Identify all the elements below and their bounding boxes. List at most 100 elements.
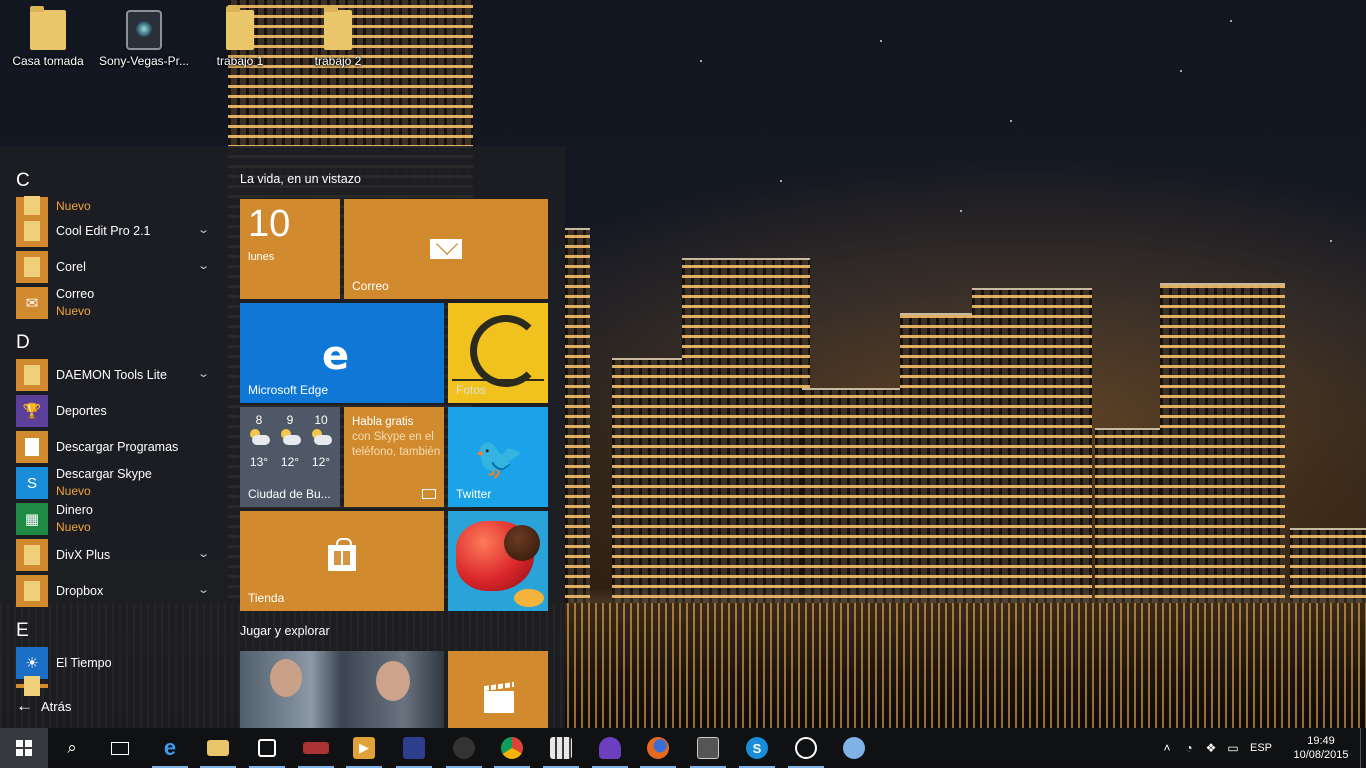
taskbar-game[interactable]	[390, 728, 438, 768]
back-button[interactable]: ← Atrás	[16, 696, 71, 716]
app-item-correo[interactable]: ✉ Correo Nuevo	[16, 287, 216, 319]
folder-docs-icon	[30, 6, 66, 50]
folder-icon	[16, 215, 48, 247]
candy-crush-tile[interactable]	[448, 511, 548, 611]
weather-day-number: 10	[314, 413, 328, 427]
search-button[interactable]: ⌕	[48, 728, 96, 768]
new-badge: Nuevo	[56, 198, 91, 213]
skype-title: Habla gratis	[352, 416, 414, 428]
desktop-icon-trabajo-2[interactable]: trabajo 2	[292, 6, 384, 68]
desktop-icon-sony-vegas[interactable]: Sony-Vegas-Pr...	[98, 10, 190, 68]
taskbar-store[interactable]	[243, 728, 291, 768]
folder-icon	[16, 197, 48, 215]
app-item-corel[interactable]: Corel ⌄	[16, 251, 216, 283]
app-label: DivX Plus	[56, 547, 111, 562]
network-icon[interactable]: ◔	[1178, 728, 1200, 768]
king-logo-icon	[514, 589, 544, 607]
taskbar-apps-grid[interactable]	[537, 728, 585, 768]
desktop-icon-casa-tomada[interactable]: Casa tomada	[2, 6, 94, 68]
taskbar-skype[interactable]: S	[733, 728, 781, 768]
app-item-partial-bottom	[16, 684, 216, 688]
alien-icon	[599, 737, 621, 759]
app-item-el-tiempo[interactable]: ☀ El Tiempo	[16, 647, 216, 679]
tile-label: Twitter	[456, 487, 492, 501]
clock[interactable]: 19:49 10/08/2015	[1282, 734, 1360, 762]
weather-temp: 13°	[249, 455, 269, 469]
store-tile[interactable]: Tienda	[240, 511, 444, 611]
app-item-cool-edit[interactable]: Cool Edit Pro 2.1 ⌄	[16, 215, 216, 247]
skype-icon: S	[746, 737, 768, 759]
app-item-daemon-tools[interactable]: DAEMON Tools Lite ⌄	[16, 359, 216, 391]
folder-icon	[324, 6, 352, 50]
mask-icon	[453, 737, 475, 759]
taskbar-mask[interactable]	[440, 728, 488, 768]
folder-icon	[16, 684, 48, 688]
taskbar-alien[interactable]	[586, 728, 634, 768]
skype-tile[interactable]: Habla gratis con Skype en el teléfono, t…	[344, 407, 444, 507]
chevron-down-icon[interactable]: ⌄	[197, 583, 210, 596]
calendar-tile[interactable]: 10 lunes	[240, 199, 340, 299]
folder-icon	[226, 6, 254, 50]
start-button[interactable]	[0, 728, 48, 768]
app-item-descargar-programas[interactable]: Descargar Programas	[16, 431, 216, 463]
taskbar-paint[interactable]	[830, 728, 878, 768]
windows-logo-icon	[16, 740, 32, 756]
taskbar: ⌕ e ▶ S ˄ ◔ ❖ ▭ ESP 19:49 10/08/2015	[0, 728, 1366, 768]
sun-icon: ☀	[16, 647, 48, 679]
notification-icon[interactable]: ▭	[1222, 728, 1244, 768]
clock-time: 19:49	[1307, 735, 1335, 747]
clapperboard-icon	[484, 691, 514, 713]
news-tile[interactable]	[240, 651, 444, 728]
taskbar-firefox[interactable]	[634, 728, 682, 768]
mail-icon: ✉	[16, 287, 48, 319]
edge-tile[interactable]: e Microsoft Edge	[240, 303, 444, 403]
taskbar-car-game[interactable]	[292, 728, 340, 768]
app-item-dinero[interactable]: ▦ Dinero Nuevo	[16, 503, 216, 535]
app-item-divx-plus[interactable]: DivX Plus ⌄	[16, 539, 216, 571]
desktop-icon-label: Sony-Vegas-Pr...	[98, 54, 190, 68]
mail-icon	[430, 239, 462, 259]
folder-icon	[16, 251, 48, 283]
app-item-deportes[interactable]: 🏆 Deportes	[16, 395, 216, 427]
mail-tile[interactable]: Correo	[344, 199, 548, 299]
folder-icon	[16, 575, 48, 607]
letter-header-c[interactable]: C	[16, 170, 30, 192]
tile-label: Microsoft Edge	[248, 383, 329, 397]
tile-group-title[interactable]: La vida, en un vistazo	[240, 172, 361, 186]
taskbar-terminal[interactable]	[684, 728, 732, 768]
movies-tile[interactable]	[448, 651, 548, 728]
chevron-down-icon[interactable]: ⌄	[197, 223, 210, 236]
letter-header-e[interactable]: E	[16, 620, 29, 642]
app-label: Cool Edit Pro 2.1	[56, 223, 151, 238]
app-item-dropbox[interactable]: Dropbox ⌄	[16, 575, 216, 607]
system-tray: ˄ ◔ ❖ ▭ ESP 19:49 10/08/2015	[1156, 728, 1366, 768]
taskbar-media-player[interactable]: ▶	[340, 728, 388, 768]
task-view-button[interactable]	[96, 728, 144, 768]
disc-icon	[795, 737, 817, 759]
chevron-down-icon[interactable]: ⌄	[197, 259, 210, 272]
dropbox-icon[interactable]: ❖	[1200, 728, 1222, 768]
skype-icon: S	[16, 467, 48, 499]
twitter-tile[interactable]: 🐦 Twitter	[448, 407, 548, 507]
taskbar-disc[interactable]	[782, 728, 830, 768]
tile-label: Ciudad de Bu...	[248, 487, 331, 501]
photos-tile[interactable]: Fotos	[448, 303, 548, 403]
letter-header-d[interactable]: D	[16, 332, 30, 354]
arrow-left-icon: ←	[16, 696, 33, 715]
taskbar-edge[interactable]: e	[146, 728, 194, 768]
app-label: Descargar Skype	[56, 467, 152, 481]
weather-tile[interactable]: 8 13° 9 12° 10 12° Ciudad de Bu...	[240, 407, 340, 507]
desktop-icon-trabajo-1[interactable]: trabajo 1	[194, 6, 286, 68]
language-indicator[interactable]: ESP	[1250, 742, 1272, 754]
chevron-down-icon[interactable]: ⌄	[197, 367, 210, 380]
taskbar-file-explorer[interactable]	[194, 728, 242, 768]
show-desktop-button[interactable]	[1360, 728, 1366, 768]
desktop-icon-label: trabajo 1	[216, 54, 264, 68]
candy-ball-image	[504, 525, 540, 561]
chevron-up-icon[interactable]: ˄	[1156, 728, 1178, 768]
tile-group-title[interactable]: Jugar y explorar	[240, 624, 330, 638]
app-item-descargar-skype[interactable]: S Descargar Skype Nuevo	[16, 467, 216, 499]
chevron-down-icon[interactable]: ⌄	[197, 547, 210, 560]
taskbar-chrome[interactable]	[488, 728, 536, 768]
edge-icon: e	[322, 333, 350, 379]
